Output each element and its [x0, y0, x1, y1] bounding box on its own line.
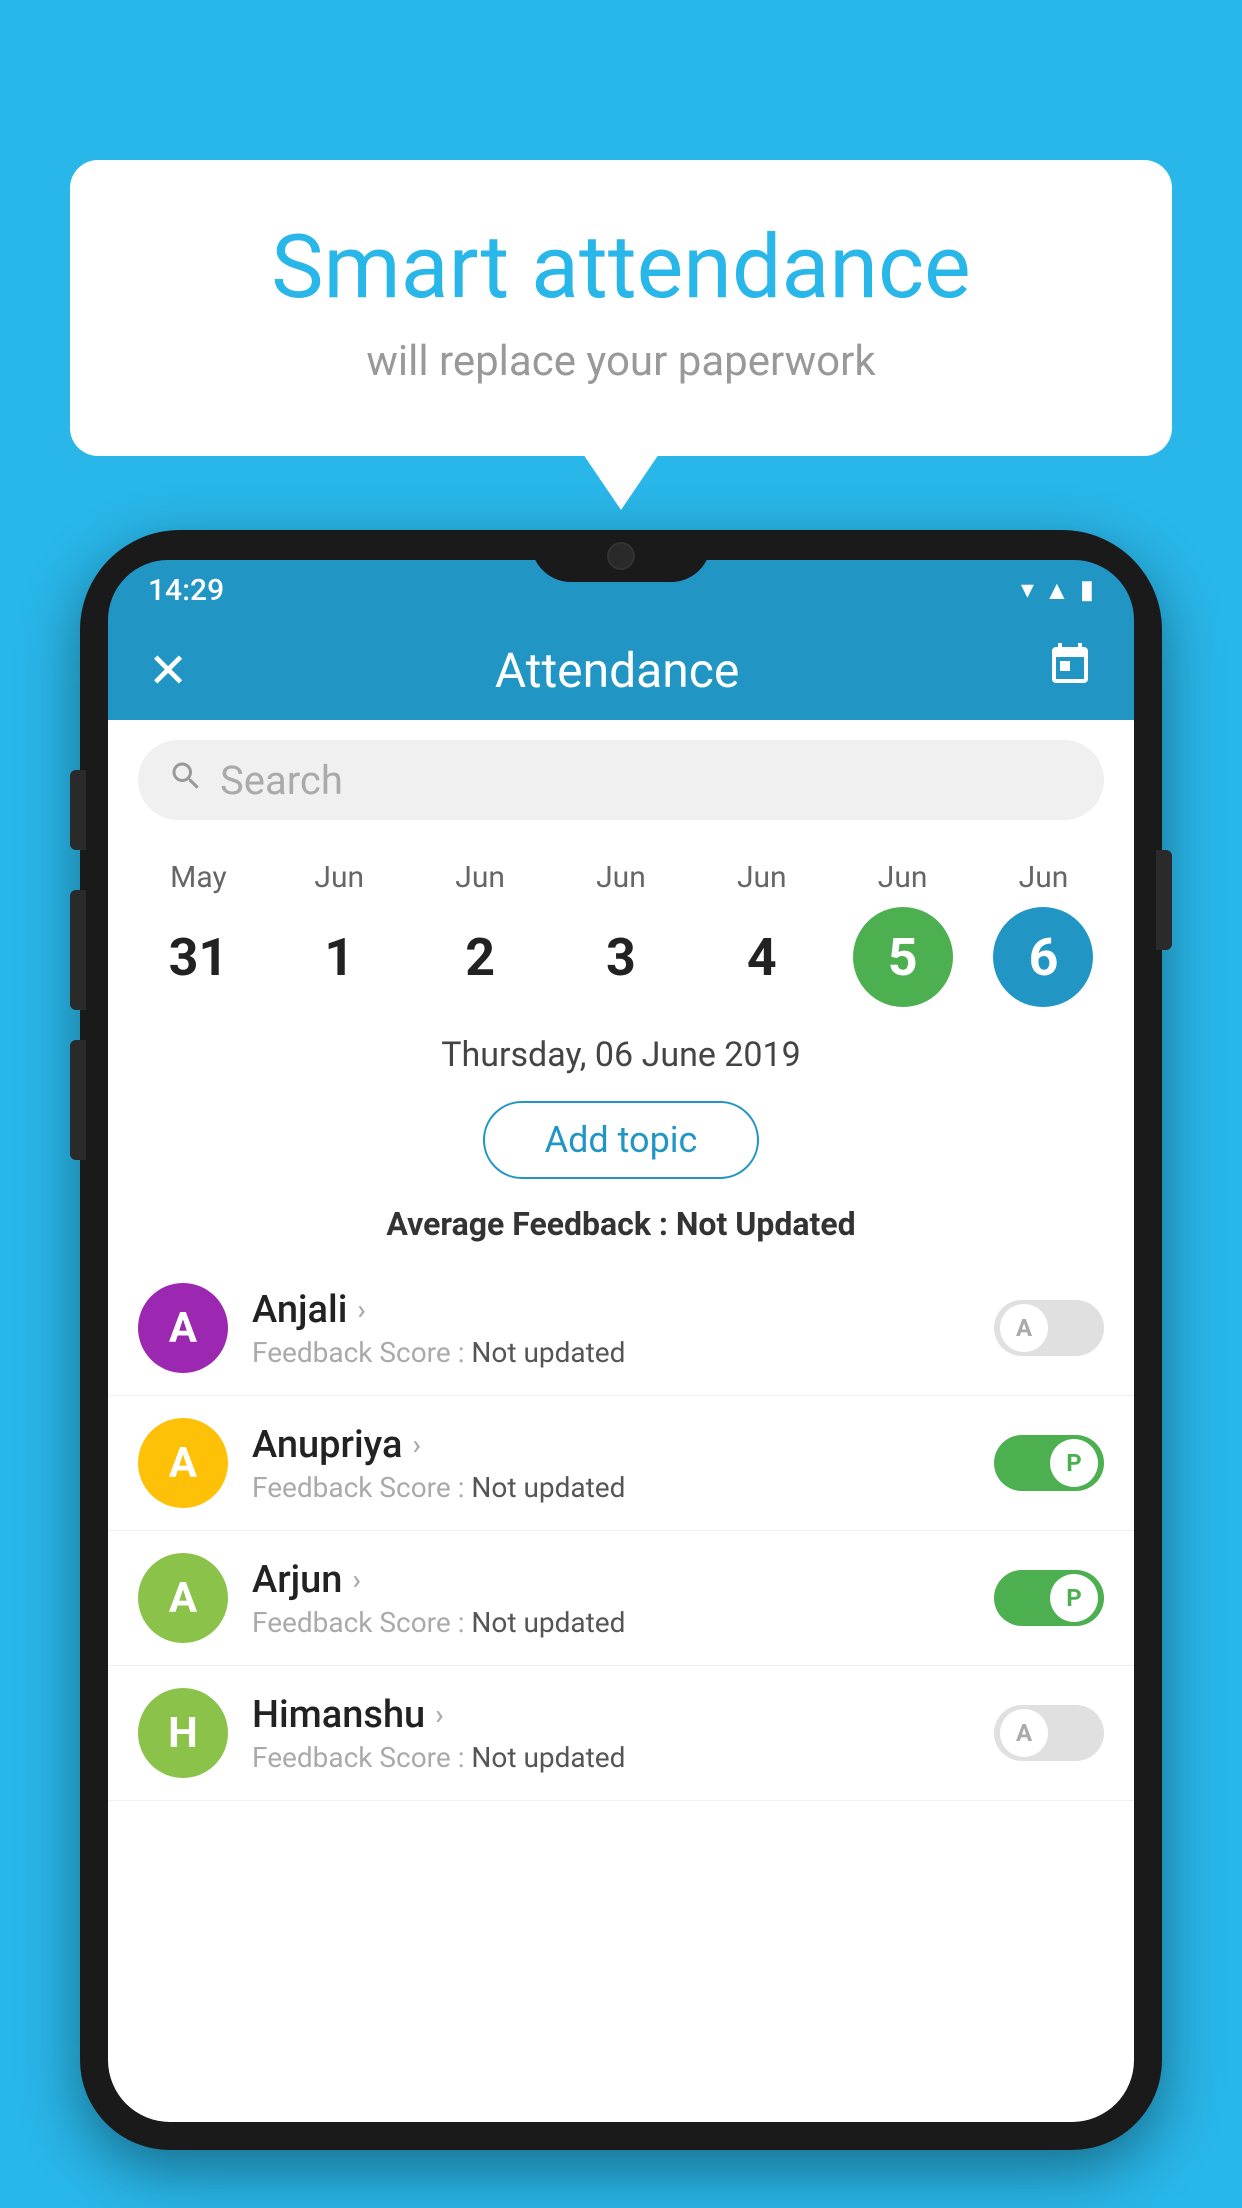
- calendar-date-number: 5: [853, 907, 953, 1007]
- attendance-toggle[interactable]: P: [994, 1435, 1104, 1491]
- attendance-toggle[interactable]: A: [994, 1300, 1104, 1356]
- toggle-thumb-label: P: [1050, 1439, 1098, 1487]
- status-icons: ▾ ▲ ▮: [1021, 575, 1094, 606]
- avg-feedback: Average Feedback : Not Updated: [108, 1195, 1134, 1261]
- calendar-date-number: 1: [289, 907, 389, 1007]
- silent-button: [70, 770, 86, 850]
- app-title: Attendance: [495, 642, 740, 699]
- phone-notch: [531, 530, 711, 582]
- student-info: Himanshu › Feedback Score : Not updated: [252, 1693, 970, 1774]
- calendar-day[interactable]: Jun 1: [279, 860, 399, 1007]
- avg-feedback-value: Not Updated: [676, 1205, 856, 1243]
- attendance-toggle[interactable]: A: [994, 1705, 1104, 1761]
- toggle-thumb-label: P: [1050, 1574, 1098, 1622]
- bubble-title: Smart attendance: [150, 220, 1092, 317]
- phone-body: 14:29 ▾ ▲ ▮ ✕ Attendance: [80, 530, 1162, 2150]
- calendar-day[interactable]: Jun 6: [983, 860, 1103, 1007]
- student-item[interactable]: A Anupriya › Feedback Score : Not updated P: [108, 1396, 1134, 1531]
- student-item[interactable]: H Himanshu › Feedback Score : Not updated A: [108, 1666, 1134, 1801]
- student-item[interactable]: A Anjali › Feedback Score : Not updated A: [108, 1261, 1134, 1396]
- selected-date: Thursday, 06 June 2019: [108, 1017, 1134, 1085]
- avatar: A: [138, 1418, 228, 1508]
- student-list: AAnjali ›Feedback Score : Not updatedAAA…: [108, 1261, 1134, 1801]
- attendance-toggle[interactable]: P: [994, 1570, 1104, 1626]
- student-name: Himanshu ›: [252, 1693, 970, 1737]
- toggle-thumb-label: A: [1000, 1304, 1048, 1352]
- battery-icon: ▮: [1080, 575, 1094, 605]
- search-container: Search: [108, 720, 1134, 840]
- calendar-day[interactable]: Jun 4: [702, 860, 822, 1007]
- phone-container: 14:29 ▾ ▲ ▮ ✕ Attendance: [80, 530, 1162, 2208]
- calendar-date-number: 6: [993, 907, 1093, 1007]
- signal-icon: ▲: [1044, 575, 1070, 606]
- calendar-day[interactable]: Jun 5: [843, 860, 963, 1007]
- calendar-date-number: 31: [148, 907, 248, 1007]
- chevron-right-icon: ›: [412, 1428, 420, 1461]
- search-placeholder: Search: [220, 757, 343, 804]
- student-name: Arjun ›: [252, 1558, 970, 1602]
- calendar-month-label: May: [170, 860, 226, 895]
- avatar: A: [138, 1553, 228, 1643]
- student-feedback-score: Feedback Score : Not updated: [252, 1741, 970, 1774]
- close-button[interactable]: ✕: [148, 642, 188, 699]
- phone-screen: Search May 31 Jun 1 Jun 2 Jun 3 Jun 4 Jun 5 Jun 6 Thu…: [108, 720, 1134, 2122]
- search-bar[interactable]: Search: [138, 740, 1104, 820]
- calendar-date-number: 4: [712, 907, 812, 1007]
- app-header: ✕ Attendance: [108, 620, 1134, 720]
- bubble-subtitle: will replace your paperwork: [150, 337, 1092, 386]
- student-feedback-score: Feedback Score : Not updated: [252, 1471, 970, 1504]
- toggle-thumb-label: A: [1000, 1709, 1048, 1757]
- calendar-date-number: 2: [430, 907, 530, 1007]
- speech-bubble-container: Smart attendance will replace your paper…: [70, 160, 1172, 456]
- calendar-month-label: Jun: [1019, 860, 1069, 895]
- calendar-day[interactable]: Jun 2: [420, 860, 540, 1007]
- calendar-day[interactable]: Jun 3: [561, 860, 681, 1007]
- avatar: A: [138, 1283, 228, 1373]
- volume-down-button: [70, 1040, 86, 1160]
- calendar-month-label: Jun: [878, 860, 928, 895]
- calendar-icon[interactable]: [1046, 641, 1094, 699]
- student-item[interactable]: A Arjun › Feedback Score : Not updated P: [108, 1531, 1134, 1666]
- volume-up-button: [70, 890, 86, 1010]
- chevron-right-icon: ›: [352, 1563, 360, 1596]
- student-info: Arjun › Feedback Score : Not updated: [252, 1558, 970, 1639]
- front-camera: [607, 542, 635, 570]
- student-name: Anjali ›: [252, 1288, 970, 1332]
- student-info: Anupriya › Feedback Score : Not updated: [252, 1423, 970, 1504]
- student-info: Anjali › Feedback Score : Not updated: [252, 1288, 970, 1369]
- avg-feedback-label: Average Feedback :: [386, 1205, 675, 1243]
- chevron-right-icon: ›: [357, 1293, 365, 1326]
- calendar-strip: May 31 Jun 1 Jun 2 Jun 3 Jun 4 Jun 5 Jun 6: [108, 840, 1134, 1017]
- calendar-month-label: Jun: [314, 860, 364, 895]
- student-feedback-score: Feedback Score : Not updated: [252, 1606, 970, 1639]
- calendar-month-label: Jun: [596, 860, 646, 895]
- avatar: H: [138, 1688, 228, 1778]
- calendar-date-number: 3: [571, 907, 671, 1007]
- calendar-month-label: Jun: [737, 860, 787, 895]
- calendar-day[interactable]: May 31: [138, 860, 258, 1007]
- add-topic-container: Add topic: [108, 1085, 1134, 1195]
- speech-bubble: Smart attendance will replace your paper…: [70, 160, 1172, 456]
- power-button: [1156, 850, 1172, 950]
- add-topic-button[interactable]: Add topic: [483, 1101, 760, 1179]
- student-name: Anupriya ›: [252, 1423, 970, 1467]
- calendar-month-label: Jun: [455, 860, 505, 895]
- student-feedback-score: Feedback Score : Not updated: [252, 1336, 970, 1369]
- search-icon: [168, 758, 204, 803]
- wifi-icon: ▾: [1021, 575, 1034, 605]
- status-time: 14:29: [148, 573, 224, 608]
- chevron-right-icon: ›: [435, 1698, 443, 1731]
